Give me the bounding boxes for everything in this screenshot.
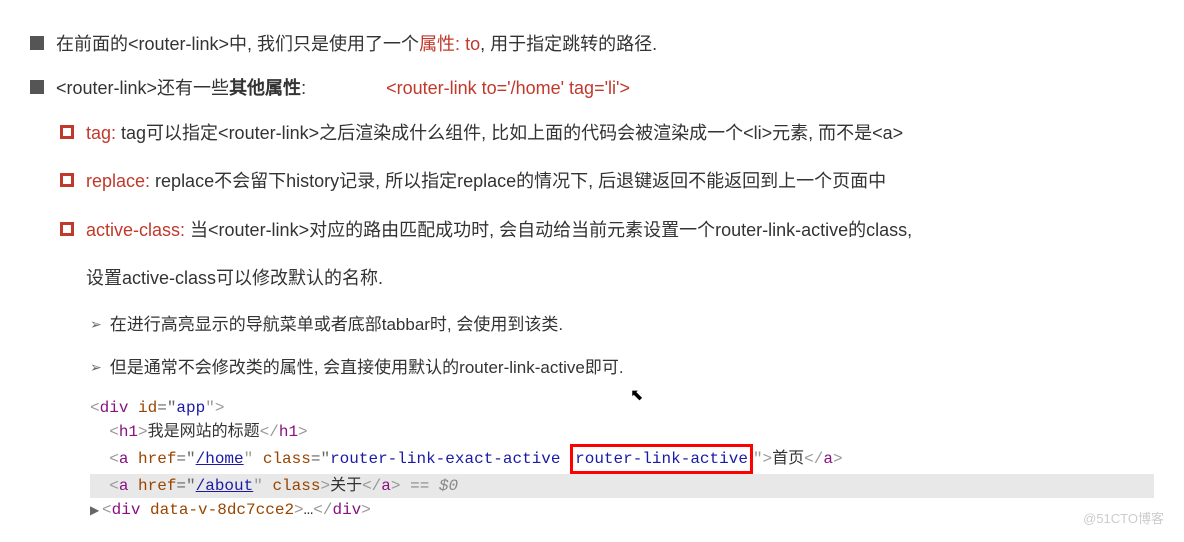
arrow-text-1: 在进行高亮显示的导航菜单或者底部tabbar时, 会使用到该类. <box>110 310 1154 341</box>
arrow-icon: ➢ <box>90 355 102 380</box>
property-label: replace: <box>86 171 155 191</box>
text-segment: : <box>301 78 306 98</box>
hollow-square-icon <box>60 125 74 139</box>
text-segment: <router-link>还有一些 <box>56 78 229 98</box>
active-class-description: active-class: 当<router-link>对应的路由匹配成功时, … <box>86 214 1154 246</box>
active-class-continued: 设置active-class可以修改默认的名称. <box>86 262 1154 294</box>
arrow-point-2: ➢ 但是通常不会修改类的属性, 会直接使用默认的router-link-acti… <box>90 353 1154 384</box>
bullet-point-1: 在前面的<router-link>中, 我们只是使用了一个属性: to, 用于指… <box>30 28 1154 60</box>
code-annotation: <router-link to='/home' tag='li'> <box>386 72 630 104</box>
tag-description: tag: tag可以指定<router-link>之后渲染成什么组件, 比如上面… <box>86 117 1154 149</box>
sub-bullet-tag: tag: tag可以指定<router-link>之后渲染成什么组件, 比如上面… <box>60 117 1154 149</box>
text-segment: 在前面的<router-link>中, 我们只是使用了一个 <box>56 34 419 54</box>
text-segment: tag可以指定<router-link>之后渲染成什么组件, 比如上面的代码会被… <box>121 123 903 143</box>
property-label: tag: <box>86 123 121 143</box>
square-bullet-icon <box>30 36 44 50</box>
text-segment: 当<router-link>对应的路由匹配成功时, 会自动给当前元素设置一个ro… <box>190 220 912 240</box>
code-line: <h1>我是网站的标题</h1> <box>90 420 1154 444</box>
arrow-text-2: 但是通常不会修改类的属性, 会直接使用默认的router-link-active… <box>110 353 1154 384</box>
watermark: @51CTO博客 <box>1083 507 1164 530</box>
property-label: active-class: <box>86 220 190 240</box>
highlighted-text: 属性: to <box>419 34 480 54</box>
text-segment: 设置active-class可以修改默认的名称. <box>86 268 383 288</box>
devtools-code-block: ⬉ <div id="app"> <h1>我是网站的标题</h1> <a hre… <box>90 396 1154 522</box>
bullet-point-2: <router-link>还有一些其他属性: <router-link to='… <box>30 72 1154 104</box>
paragraph-2: <router-link>还有一些其他属性: <router-link to='… <box>56 72 1154 104</box>
text-segment: replace不会留下history记录, 所以指定replace的情况下, 后… <box>155 171 886 191</box>
sub-bullet-active-class: active-class: 当<router-link>对应的路由匹配成功时, … <box>60 214 1154 246</box>
code-line-selected: <a href="/about" class>关于</a> == $0 <box>90 474 1154 498</box>
arrow-icon: ➢ <box>90 312 102 337</box>
mouse-cursor-icon: ⬉ <box>630 384 643 408</box>
sub-bullet-replace: replace: replace不会留下history记录, 所以指定repla… <box>60 165 1154 197</box>
replace-description: replace: replace不会留下history记录, 所以指定repla… <box>86 165 1154 197</box>
bold-text: 其他属性 <box>229 78 301 98</box>
text-segment: , 用于指定跳转的路径. <box>480 34 657 54</box>
hollow-square-icon <box>60 173 74 187</box>
paragraph-1: 在前面的<router-link>中, 我们只是使用了一个属性: to, 用于指… <box>56 28 1154 60</box>
square-bullet-icon <box>30 80 44 94</box>
code-line: ▶<div data-v-8dc7cce2>…</div> <box>90 498 1154 522</box>
hollow-square-icon <box>60 222 74 236</box>
collapse-triangle-icon[interactable]: ▶ <box>90 502 102 520</box>
code-line: <div id="app"> <box>90 396 1154 420</box>
code-line: <a href="/home" class="router-link-exact… <box>90 444 1154 474</box>
highlighted-box: router-link-active <box>570 444 753 474</box>
arrow-point-1: ➢ 在进行高亮显示的导航菜单或者底部tabbar时, 会使用到该类. <box>90 310 1154 341</box>
